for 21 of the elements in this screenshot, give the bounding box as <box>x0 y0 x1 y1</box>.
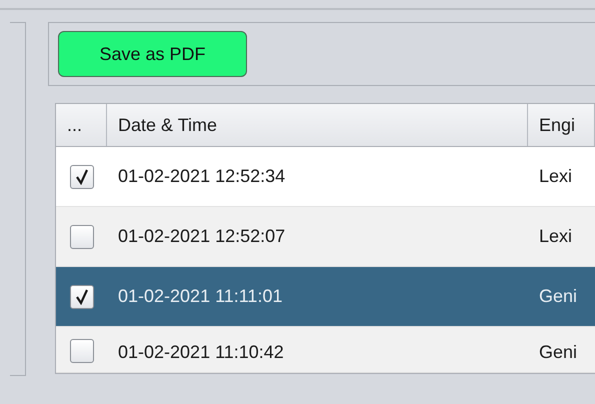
table-row[interactable]: 01-02-2021 11:10:42 Geni <box>56 327 595 373</box>
checkmark-icon <box>74 288 88 304</box>
row-checkbox[interactable] <box>70 284 94 308</box>
column-header[interactable]: Engi <box>528 104 595 146</box>
column-header[interactable]: ... <box>56 104 107 146</box>
engine-cell-text: Lexi <box>538 225 572 248</box>
row-checkbox[interactable] <box>70 224 94 248</box>
engine-cell-text: Lexi <box>538 165 572 188</box>
row-checkbox[interactable] <box>70 339 94 363</box>
table-row[interactable]: 01-02-2021 12:52:07 Lexi <box>56 207 595 267</box>
date-time-cell-text: 01-02-2021 11:11:01 <box>117 285 284 308</box>
column-header[interactable]: Date & Time <box>107 104 528 146</box>
engine-cell-text: Geni <box>538 341 578 364</box>
date-time-cell-text: 01-02-2021 12:52:34 <box>117 165 286 188</box>
save-pdf-button[interactable]: Save as PDF <box>58 31 247 77</box>
date-time-cell-text: 01-02-2021 11:10:42 <box>117 341 285 364</box>
date-time-cell-text: 01-02-2021 12:52:07 <box>117 225 286 248</box>
row-checkbox[interactable] <box>70 164 94 188</box>
engine-cell-text: Geni <box>538 285 578 308</box>
checkmark-icon <box>74 168 88 184</box>
table-row[interactable]: 01-02-2021 11:11:01 Geni <box>56 267 595 327</box>
